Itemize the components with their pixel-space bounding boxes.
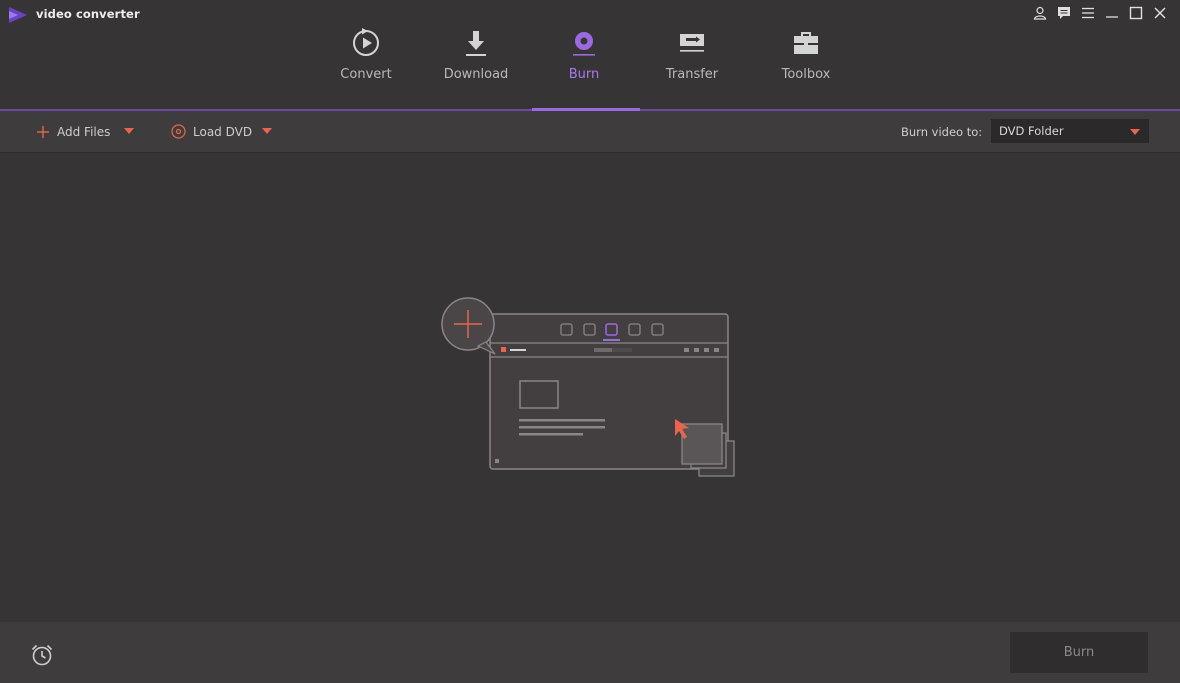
- burn-button[interactable]: Burn: [1010, 632, 1148, 673]
- chevron-down-icon: [1130, 129, 1140, 135]
- load-dvd-label: Load DVD: [193, 124, 253, 139]
- tab-burn-label: Burn: [568, 67, 600, 82]
- burn-video-to-label: Burn video to:: [901, 125, 983, 139]
- dvd-disc-icon: [171, 124, 186, 139]
- plus-icon: [36, 125, 50, 139]
- tab-toolbox[interactable]: Toolbox: [770, 26, 842, 110]
- load-dvd-dropdown-icon[interactable]: [262, 128, 272, 134]
- toolbox-icon: [789, 26, 823, 60]
- tab-convert[interactable]: Convert: [330, 26, 402, 110]
- add-files-illustration-icon[interactable]: [440, 296, 740, 482]
- load-dvd-button[interactable]: Load DVD: [171, 111, 252, 152]
- tab-burn[interactable]: Burn: [550, 26, 618, 110]
- file-drop-area[interactable]: [0, 153, 1180, 622]
- tab-download[interactable]: Download: [436, 26, 516, 110]
- convert-icon: [349, 26, 383, 60]
- burn-target-select[interactable]: DVD Folder: [991, 119, 1149, 143]
- add-files-button[interactable]: Add Files: [36, 111, 110, 152]
- tab-toolbox-label: Toolbox: [781, 67, 831, 82]
- tab-transfer-label: Transfer: [665, 67, 719, 82]
- add-files-dropdown-icon[interactable]: [124, 128, 134, 134]
- burn-target-value: DVD Folder: [999, 124, 1064, 138]
- tab-convert-label: Convert: [340, 67, 392, 82]
- toolbar: Add Files Load DVD Burn video to: DVD Fo…: [0, 111, 1180, 153]
- download-icon: [459, 26, 493, 60]
- burn-disc-icon: [567, 26, 601, 60]
- transfer-icon: [675, 26, 709, 60]
- tab-download-label: Download: [443, 67, 509, 82]
- add-files-label: Add Files: [57, 124, 111, 139]
- footer-bar: Burn: [0, 622, 1180, 683]
- alarm-clock-icon[interactable]: [30, 643, 54, 667]
- main-tabs: Convert Download Burn Transfer Toolbox: [0, 0, 1180, 110]
- tab-transfer[interactable]: Transfer: [656, 26, 728, 110]
